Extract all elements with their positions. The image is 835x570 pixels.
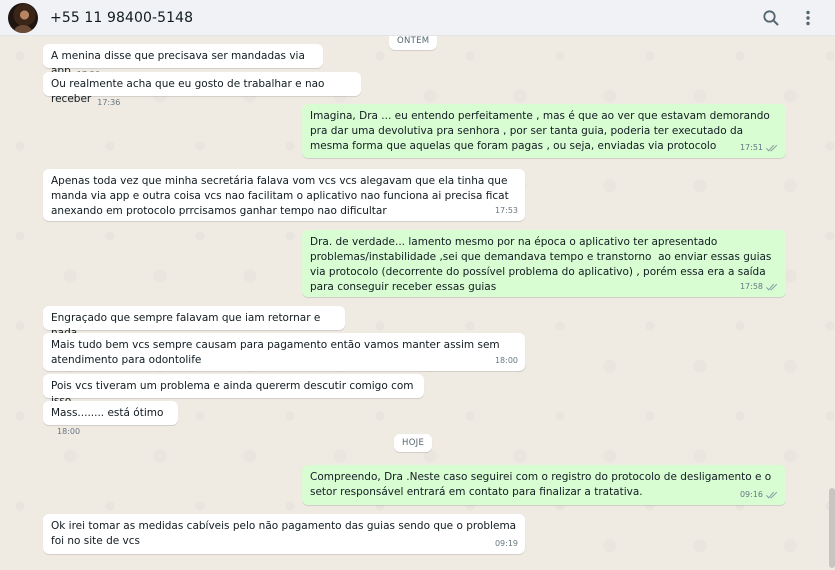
message-text: Ok irei tomar as medidas cabíveis pelo n… [51, 520, 520, 547]
message-text: Compreendo, Dra .Neste caso seguirei com… [310, 471, 775, 498]
menu-icon[interactable] [798, 8, 818, 28]
contact-avatar[interactable] [8, 3, 38, 33]
message-outgoing[interactable]: Imagina, Dra ... eu entendo perfeitament… [302, 104, 786, 158]
message-outgoing[interactable]: Dra. de verdade... lamento mesmo por na … [302, 230, 786, 297]
message-incoming[interactable]: Mais tudo bem vcs sempre causam para pag… [43, 333, 525, 371]
message-incoming[interactable]: Ou realmente acha que eu gosto de trabal… [43, 72, 361, 107]
message-incoming[interactable]: A menina disse que precisava ser mandada… [43, 44, 323, 79]
chat-header: +55 11 98400-5148 [0, 0, 835, 36]
search-icon[interactable] [761, 8, 781, 28]
message-text: Ou realmente acha que eu gosto de trabal… [51, 78, 328, 105]
day-separator-today: HOJE [394, 434, 433, 452]
double-check-icon [766, 283, 778, 291]
message-time: 17:58 [739, 282, 763, 291]
message-time: 17:36 [97, 98, 121, 107]
message-incoming[interactable]: Ok irei tomar as medidas cabíveis pelo n… [43, 514, 525, 554]
message-incoming[interactable]: Pois vcs tiveram um problema e ainda que… [43, 374, 424, 409]
message-text: Dra. de verdade... lamento mesmo por na … [310, 236, 775, 293]
message-time: 17:53 [494, 206, 518, 215]
double-check-icon [766, 144, 778, 152]
chat-scrollbar[interactable] [829, 488, 835, 568]
message-text: Apenas toda vez que minha secretária fal… [51, 175, 513, 217]
message-text: Mais tudo bem vcs sempre causam para pag… [51, 339, 503, 366]
message-list[interactable]: ONTEM A menina disse que precisava ser m… [0, 36, 835, 570]
message-status: 17:51 [740, 140, 779, 155]
message-time: 18:00 [494, 356, 518, 365]
day-separator-yesterday: ONTEM [389, 36, 438, 50]
message-text: Mass........ está ótimo [51, 407, 164, 419]
double-check-icon [766, 491, 778, 499]
message-status: 17:58 [740, 279, 779, 294]
contact-name[interactable]: +55 11 98400-5148 [50, 10, 193, 26]
message-incoming[interactable]: Engraçado que sempre falavam que iam ret… [43, 306, 345, 341]
message-incoming[interactable]: Apenas toda vez que minha secretária fal… [43, 169, 525, 221]
message-incoming[interactable]: Mass........ está ótimo 18:00 [43, 401, 178, 436]
message-time: 18:00 [57, 427, 81, 436]
message-time: 17:51 [739, 143, 763, 152]
message-text: Imagina, Dra ... eu entendo perfeitament… [310, 110, 774, 152]
message-status: 09:16 [740, 487, 779, 502]
message-outgoing[interactable]: Compreendo, Dra .Neste caso seguirei com… [302, 465, 786, 505]
message-time: 09:19 [494, 539, 518, 548]
message-time: 09:16 [739, 490, 763, 499]
